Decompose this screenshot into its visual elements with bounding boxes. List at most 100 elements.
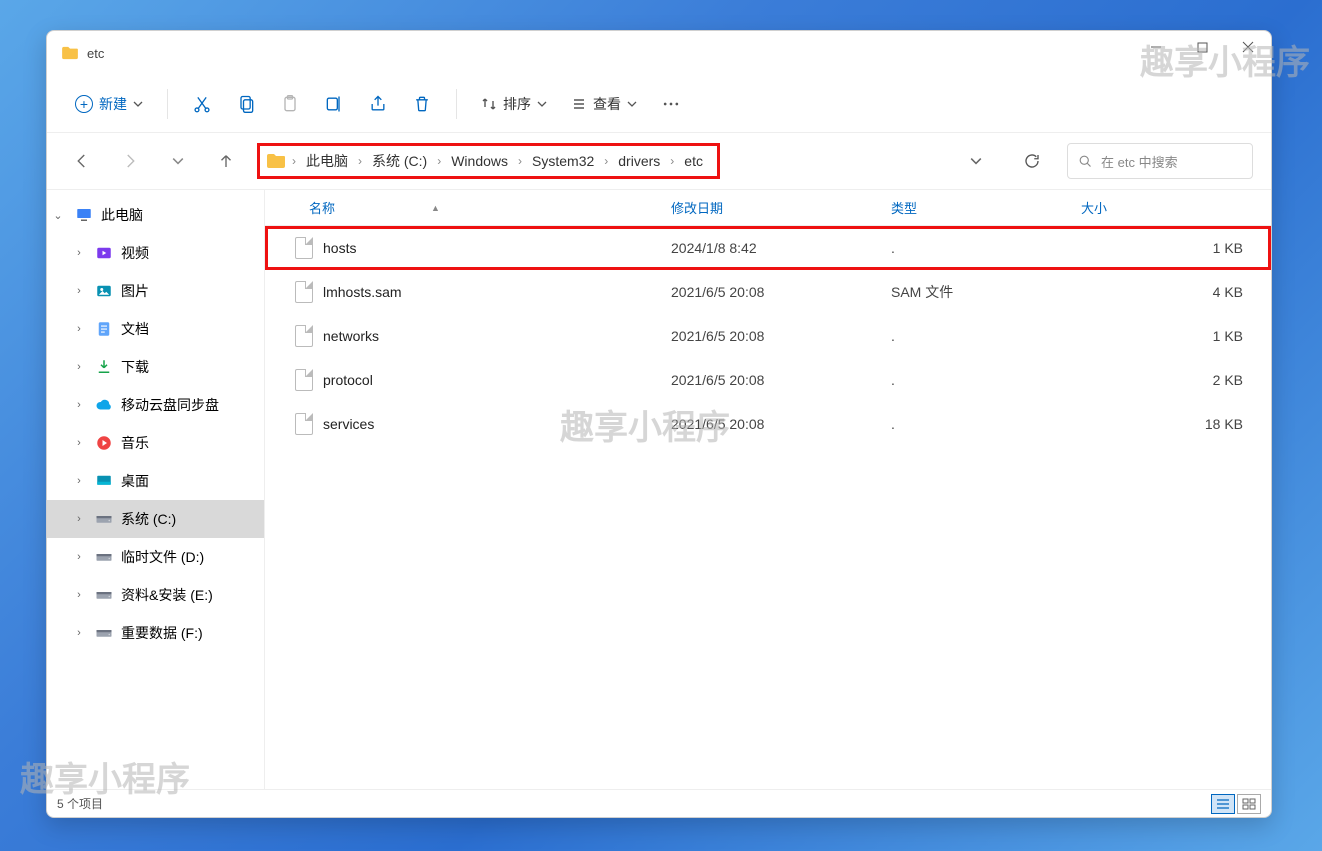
breadcrumb-item[interactable]: System32: [528, 151, 598, 171]
refresh-button[interactable]: [1015, 144, 1049, 178]
view-button[interactable]: 查看: [561, 88, 647, 120]
search-icon: [1078, 154, 1093, 169]
title-bar: etc: [47, 31, 1271, 75]
item-count: 5 个项目: [57, 795, 103, 812]
sidebar-item[interactable]: › 音乐: [47, 424, 264, 462]
back-button[interactable]: [65, 144, 99, 178]
column-type[interactable]: 类型: [881, 198, 1071, 217]
paste-button[interactable]: [270, 84, 310, 124]
breadcrumb-item[interactable]: 此电脑: [302, 149, 352, 173]
chevron-right-icon: ›: [670, 154, 674, 168]
expand-icon[interactable]: ›: [71, 247, 87, 259]
expand-icon[interactable]: ›: [71, 323, 87, 335]
chevron-right-icon: ›: [437, 154, 441, 168]
breadcrumb-item[interactable]: etc: [680, 151, 707, 171]
file-row[interactable]: networks2021/6/5 20:08.1 KB: [265, 314, 1271, 358]
sidebar-item[interactable]: ›下载: [47, 348, 264, 386]
sort-button[interactable]: 排序: [471, 88, 557, 120]
new-button[interactable]: + 新建: [65, 88, 153, 120]
file-name: hosts: [323, 240, 356, 256]
rename-button[interactable]: [314, 84, 354, 124]
column-name-label: 名称: [309, 198, 335, 217]
expand-icon[interactable]: ⌄: [49, 209, 67, 222]
sidebar-item[interactable]: ›移动云盘同步盘: [47, 386, 264, 424]
minimize-button[interactable]: [1133, 31, 1179, 63]
sidebar-item-label: 临时文件 (D:): [121, 547, 204, 567]
breadcrumb-item[interactable]: Windows: [447, 151, 512, 171]
delete-button[interactable]: [402, 84, 442, 124]
plus-icon: +: [75, 95, 93, 113]
copy-button[interactable]: [226, 84, 266, 124]
breadcrumb-item[interactable]: 系统 (C:): [368, 149, 431, 173]
file-row[interactable]: services2021/6/5 20:08.18 KB: [265, 402, 1271, 446]
folder-icon: [266, 153, 286, 169]
maximize-button[interactable]: [1179, 31, 1225, 63]
file-size: 4 KB: [1071, 284, 1271, 300]
drive-icon: [95, 586, 113, 604]
download-icon: [95, 358, 113, 376]
expand-icon[interactable]: ›: [71, 551, 87, 563]
search-input[interactable]: 在 etc 中搜索: [1067, 143, 1253, 179]
column-size[interactable]: 大小: [1071, 198, 1271, 217]
forward-button[interactable]: [113, 144, 147, 178]
file-type: .: [881, 416, 1071, 432]
expand-icon[interactable]: ›: [71, 361, 87, 373]
cloud-icon: [95, 396, 113, 414]
file-row[interactable]: hosts 2024/1/8 8:42.1 KB: [265, 226, 1271, 270]
file-date: 2024/1/8 8:42: [661, 240, 881, 256]
breadcrumb[interactable]: › 此电脑 › 系统 (C:) › Windows › System32 › d…: [257, 143, 720, 179]
sidebar-item[interactable]: ⌄ 此电脑: [47, 196, 264, 234]
file-size: 1 KB: [1071, 240, 1271, 256]
share-button[interactable]: [358, 84, 398, 124]
details-view-button[interactable]: [1211, 794, 1235, 814]
desktop-icon: [95, 472, 113, 490]
address-dropdown[interactable]: [959, 144, 993, 178]
sidebar-item-label: 音乐: [121, 433, 149, 453]
sidebar-item[interactable]: ›重要数据 (F:): [47, 614, 264, 652]
explorer-window: etc + 新建 排序 查看: [46, 30, 1272, 818]
column-name[interactable]: 名称 ▲: [265, 198, 661, 217]
expand-icon[interactable]: ›: [71, 513, 87, 525]
sort-label: 排序: [503, 94, 531, 114]
sidebar-item[interactable]: ›资料&安装 (E:): [47, 576, 264, 614]
expand-icon[interactable]: ›: [71, 437, 87, 449]
up-button[interactable]: [209, 144, 243, 178]
expand-icon[interactable]: ›: [71, 399, 87, 411]
column-date[interactable]: 修改日期: [661, 198, 881, 217]
breadcrumb-item[interactable]: drivers: [614, 151, 664, 171]
chevron-down-icon: [537, 99, 547, 109]
sidebar-item[interactable]: › 临时文件 (D:): [47, 538, 264, 576]
chevron-right-icon: ›: [518, 154, 522, 168]
sidebar-item[interactable]: › 视频: [47, 234, 264, 272]
file-row[interactable]: lmhosts.sam2021/6/5 20:08SAM 文件4 KB: [265, 270, 1271, 314]
sidebar-item-label: 视频: [121, 243, 149, 263]
file-icon: [295, 325, 313, 347]
file-type: .: [881, 240, 1071, 256]
column-date-label: 修改日期: [671, 198, 723, 217]
expand-icon[interactable]: ›: [71, 475, 87, 487]
sidebar-item[interactable]: ›桌面: [47, 462, 264, 500]
sidebar-item[interactable]: ›系统 (C:): [47, 500, 264, 538]
file-row[interactable]: protocol2021/6/5 20:08.2 KB: [265, 358, 1271, 402]
file-type: SAM 文件: [881, 282, 1071, 302]
music-icon: [95, 434, 113, 452]
drive-icon: [95, 624, 113, 642]
pc-icon: [75, 206, 93, 224]
new-label: 新建: [99, 94, 127, 114]
sidebar-item[interactable]: ›文档: [47, 310, 264, 348]
view-icon: [571, 96, 587, 112]
cut-button[interactable]: [182, 84, 222, 124]
expand-icon[interactable]: ›: [71, 589, 87, 601]
recent-button[interactable]: [161, 144, 195, 178]
icons-view-button[interactable]: [1237, 794, 1261, 814]
expand-icon[interactable]: ›: [71, 627, 87, 639]
chevron-right-icon: ›: [358, 154, 362, 168]
sort-icon: [481, 96, 497, 112]
close-button[interactable]: [1225, 31, 1271, 63]
column-size-label: 大小: [1081, 198, 1107, 217]
more-button[interactable]: [651, 84, 691, 124]
sidebar-item[interactable]: ›图片: [47, 272, 264, 310]
ellipsis-icon: [661, 94, 681, 114]
expand-icon[interactable]: ›: [71, 285, 87, 297]
sidebar-item-label: 此电脑: [101, 205, 143, 225]
